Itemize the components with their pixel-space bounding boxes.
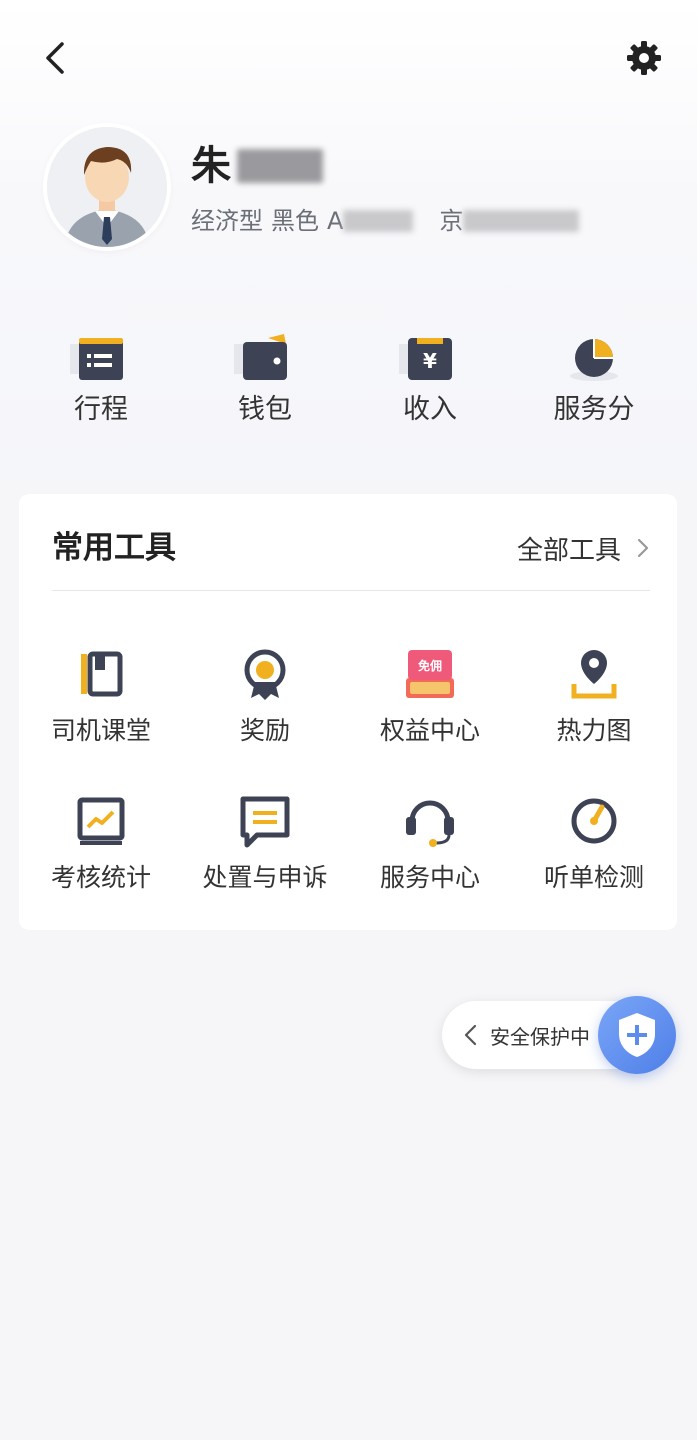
tool-label: 服务中心 [379,863,480,892]
quick-entry-income[interactable]: ¥ 收入 [348,330,512,440]
quick-entry-label: 行程 [74,394,128,425]
income-icon: ¥ [399,338,452,380]
safety-label: 安全保护中 [490,1024,590,1049]
headset-icon [406,800,454,847]
tool-label: 热力图 [556,716,632,745]
stats-chart-icon [77,797,125,845]
chevron-left-icon [464,1024,477,1046]
driver-avatar-icon [47,127,167,247]
gift-coupon-icon: 免佣 [406,650,454,698]
settings-button[interactable] [624,38,664,78]
chevron-left-icon [46,42,64,74]
redacted-name-block [237,149,323,183]
vehicle-color: 黑色 [271,207,319,235]
shield-plus-icon [619,1013,655,1057]
all-tools-link[interactable]: 全部工具 [517,528,651,568]
chevron-right-icon [637,538,649,558]
tool-rewards[interactable]: 奖励 [183,644,347,764]
tools-title: 常用工具 [52,530,176,566]
all-tools-label: 全部工具 [516,535,621,566]
medal-icon [244,649,286,700]
tool-order-listening-check[interactable]: 听单检测 [512,791,676,911]
quick-entry-label: 收入 [403,394,457,425]
back-button[interactable] [36,38,76,78]
driver-name-text: 朱 [191,143,231,189]
card-divider [52,590,650,591]
tool-label: 听单检测 [543,863,644,892]
quick-entry-itinerary[interactable]: 行程 [19,330,183,440]
tool-heatmap[interactable]: 热力图 [512,644,676,764]
city-prefix: 京 [439,207,464,235]
redacted-plate-block [343,210,414,232]
tool-label: 司机课堂 [50,716,151,745]
tool-dispute-appeal[interactable]: 处置与申诉 [183,791,347,911]
service-score-icon [570,339,618,381]
avatar[interactable] [47,127,167,247]
gauge-icon [571,798,617,844]
tool-label: 权益中心 [379,716,480,745]
tool-label: 考核统计 [50,863,151,892]
svg-text:¥: ¥ [423,349,437,373]
book-icon [81,651,123,697]
wallet-icon [234,334,287,380]
coupon-badge-text: 免佣 [418,658,442,673]
safety-shield-button[interactable] [598,996,676,1074]
message-icon [240,796,290,848]
quick-entry-label: 钱包 [238,394,292,425]
gear-icon [627,41,661,75]
tool-label: 处置与申诉 [202,863,328,892]
quick-entry-service-score[interactable]: 服务分 [512,330,676,440]
tool-service-center[interactable]: 服务中心 [348,791,512,911]
quick-entry-label: 服务分 [553,394,635,425]
tool-assessment-stats[interactable]: 考核统计 [19,791,183,911]
tool-driver-class[interactable]: 司机课堂 [19,644,183,764]
location-pin-icon [571,650,617,699]
vehicle-type: 经济型 [191,207,263,235]
tools-card: 常用工具 全部工具 司机课堂 奖励 免佣 权益中心 热力图 考核统计 处置与申诉… [19,494,677,930]
tool-benefits-center[interactable]: 免佣 权益中心 [348,644,512,764]
redacted-license-block [463,210,580,232]
plate-prefix: A [327,207,344,235]
itinerary-icon [70,338,123,380]
quick-entry-wallet[interactable]: 钱包 [183,330,347,440]
vehicle-info: 经济型 黑色 A 京 [191,203,580,239]
driver-name: 朱 [191,140,323,192]
tool-label: 奖励 [239,716,290,745]
